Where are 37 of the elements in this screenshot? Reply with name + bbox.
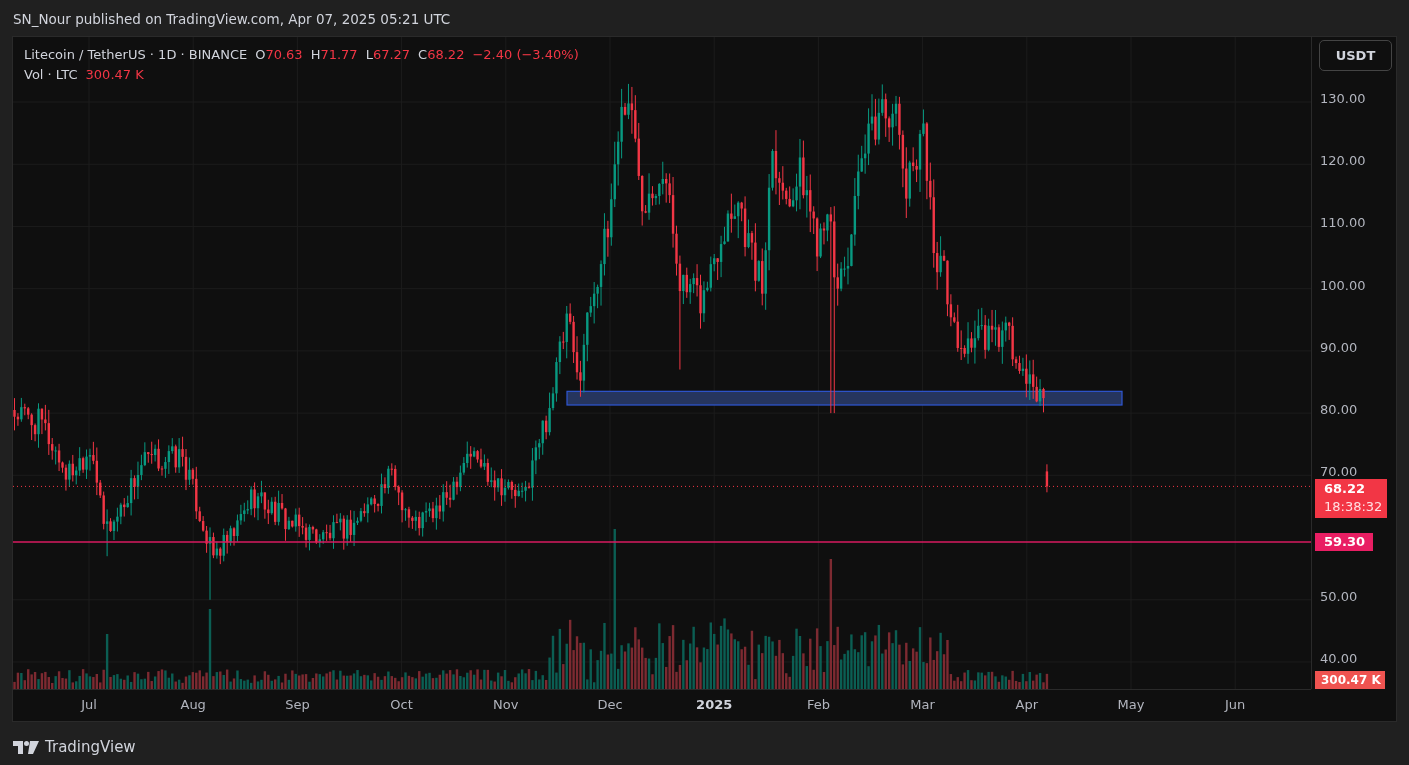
time-label: Jul <box>81 697 97 712</box>
time-label: Aug <box>180 697 206 712</box>
time-label: Dec <box>597 697 623 712</box>
time-label: Jun <box>1225 697 1246 712</box>
ohlc-value: L67.27 <box>365 46 411 64</box>
ohlc-value: H71.77 <box>310 46 358 64</box>
publish-info: SN_Nour published on TradingView.com, Apr 07, 2025 05:21 UTC <box>12 10 452 29</box>
volume-title: Vol · LTC <box>24 66 78 84</box>
last-price: 68.22 <box>1324 480 1367 499</box>
price-tick: 110.00 <box>1320 214 1366 233</box>
time-label: Nov <box>493 697 519 712</box>
price-tick: 100.00 <box>1320 276 1366 295</box>
price-tick: 40.00 <box>1320 649 1358 668</box>
price-tick: 50.00 <box>1320 587 1358 606</box>
time-label: Feb <box>806 697 830 712</box>
time-label: May <box>1117 697 1145 712</box>
price-tick: 70.00 <box>1320 463 1358 482</box>
price-tick: 120.00 <box>1320 152 1366 171</box>
brand-name: TradingView <box>45 738 136 756</box>
ohlc-value: C68.22 <box>418 46 465 64</box>
currency-button[interactable]: USDT <box>1319 40 1392 71</box>
price-tick: 130.00 <box>1320 90 1366 108</box>
volume-value: 300.47 K <box>85 66 144 84</box>
price-change: −2.40 (−3.40%) <box>472 46 579 64</box>
ohlc-value: O70.63 <box>255 46 303 64</box>
countdown-timer: 18:38:32 <box>1324 498 1384 517</box>
price-tick: 80.00 <box>1320 401 1358 420</box>
volume-label: 300.47 K <box>1315 671 1385 689</box>
time-label: 2025 <box>696 697 733 712</box>
time-label: Apr <box>1015 697 1039 712</box>
price-tick: 90.00 <box>1320 338 1358 357</box>
time-label: Oct <box>390 697 413 712</box>
level-price-label: 59.30 <box>1315 532 1374 551</box>
symbol-title: Litecoin / TetherUS · 1D · BINANCE <box>24 46 248 64</box>
time-label: Sep <box>285 697 310 712</box>
time-label: Mar <box>910 697 935 712</box>
logo-icon <box>13 740 39 754</box>
